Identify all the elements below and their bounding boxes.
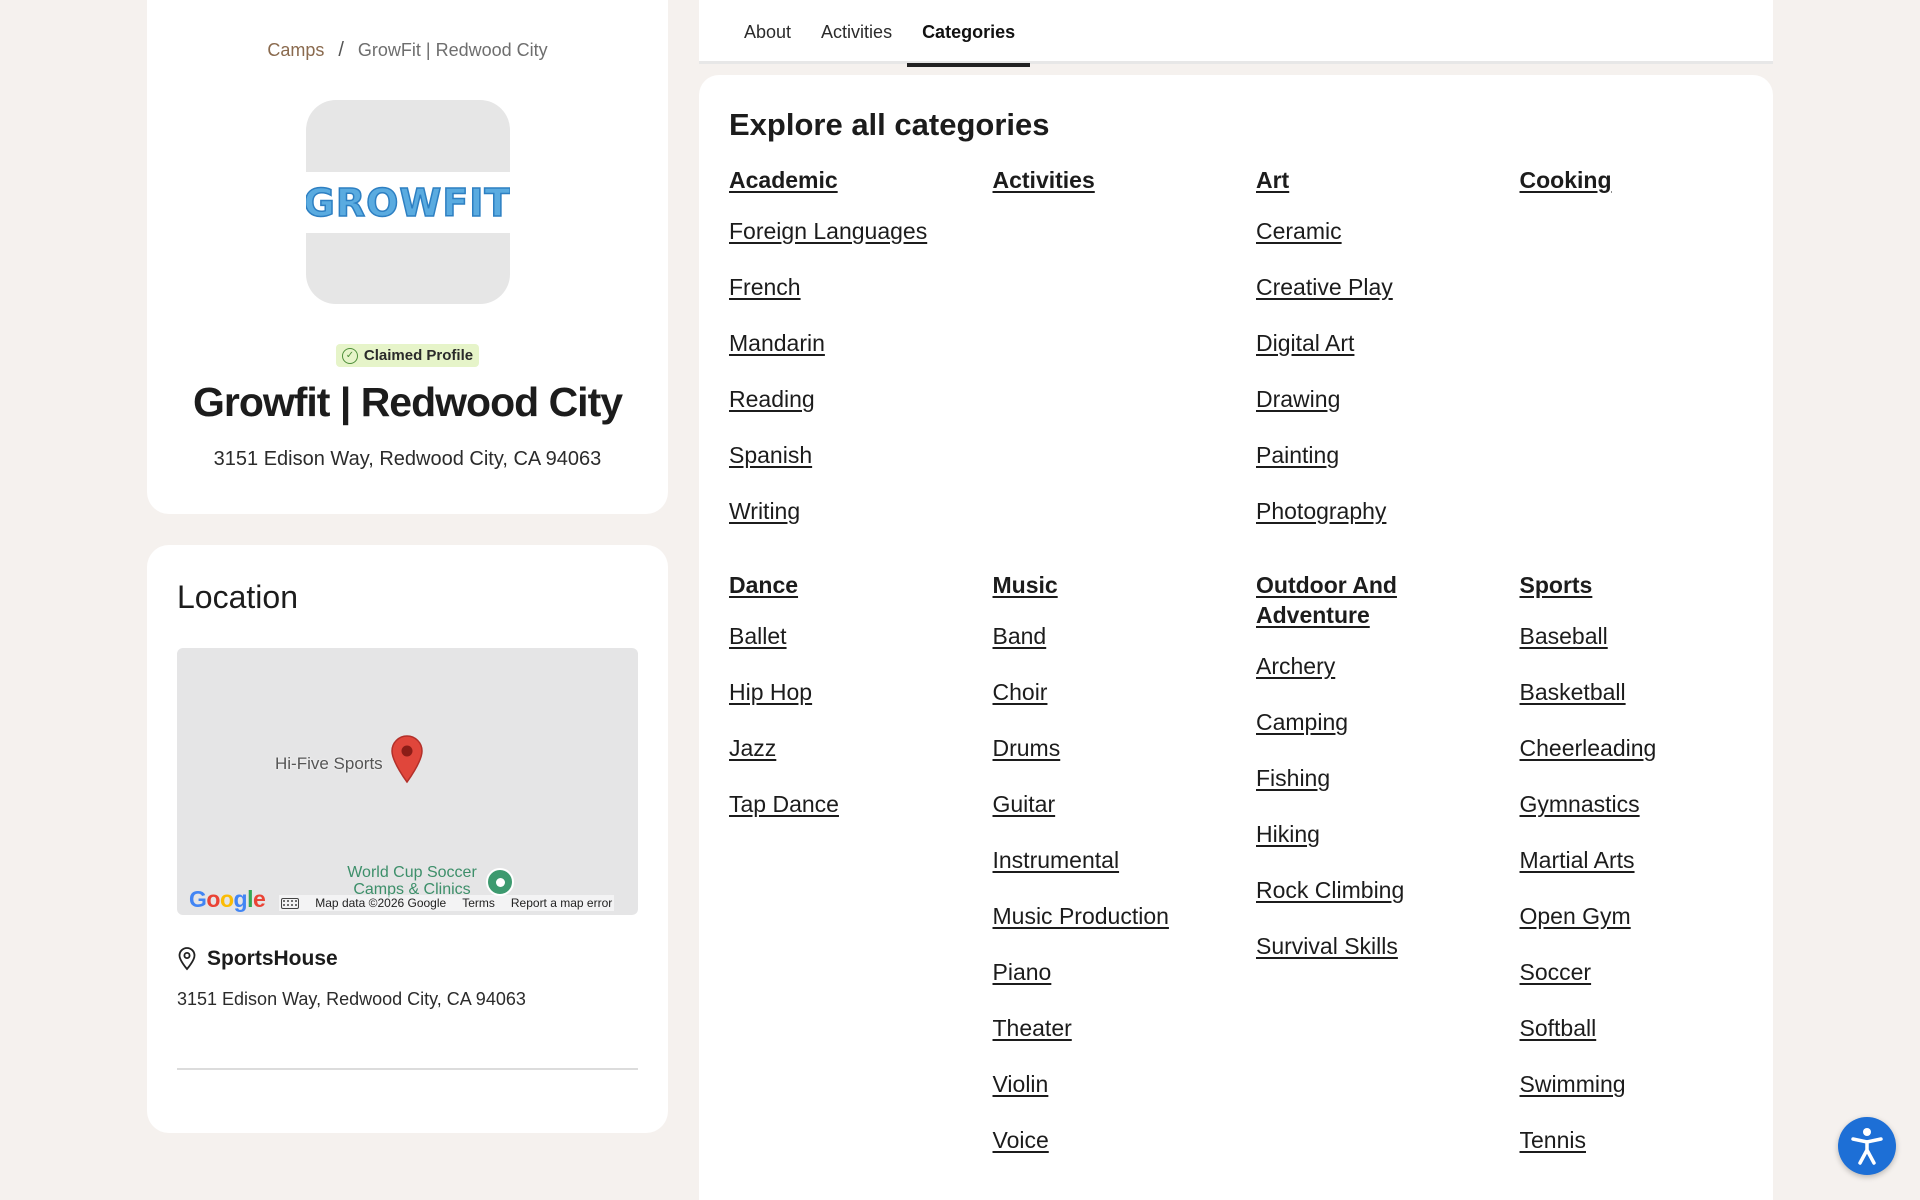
categories-title: Explore all categories <box>729 107 1050 142</box>
category-link-hip-hop[interactable]: Hip Hop <box>729 677 993 707</box>
claimed-profile-badge: ✓ Claimed Profile <box>335 344 480 367</box>
category-link-guitar[interactable]: Guitar <box>993 789 1257 819</box>
tab-about[interactable]: About <box>729 0 806 64</box>
category-link-band[interactable]: Band <box>993 621 1257 651</box>
categories-grid: Academic Foreign Languages French Mandarin R… <box>729 165 1743 1199</box>
category-group-art: Art Ceramic Creative Play Digital Art Drawin… <box>1256 165 1520 552</box>
category-heading-academic[interactable]: Academic <box>729 165 919 195</box>
breadcrumb-camps-link[interactable]: Camps <box>267 40 324 61</box>
category-link-choir[interactable]: Choir <box>993 677 1257 707</box>
category-link-theater[interactable]: Theater <box>993 1013 1257 1043</box>
category-link-survival-skills[interactable]: Survival Skills <box>1256 931 1520 961</box>
category-link-piano[interactable]: Piano <box>993 957 1257 987</box>
category-link-martial-arts[interactable]: Martial Arts <box>1520 845 1784 875</box>
map-place-label[interactable]: Hi-Five Sports <box>275 754 383 774</box>
category-link-open-gym[interactable]: Open Gym <box>1520 901 1784 931</box>
category-link-foreign-languages[interactable]: Foreign Languages <box>729 216 993 246</box>
google-logo[interactable]: Google <box>189 886 266 912</box>
category-link-digital-art[interactable]: Digital Art <box>1256 328 1520 358</box>
claimed-profile-label: Claimed Profile <box>363 347 474 364</box>
category-link-cheerleading[interactable]: Cheerleading <box>1520 733 1784 763</box>
tab-categories[interactable]: Categories <box>907 0 1031 67</box>
category-link-camping[interactable]: Camping <box>1256 707 1520 737</box>
venue-address: 3151 Edison Way, Redwood City, CA 94063 <box>177 989 526 1009</box>
category-link-jazz[interactable]: Jazz <box>729 733 993 763</box>
accessibility-icon <box>1851 1128 1883 1165</box>
category-link-swimming[interactable]: Swimming <box>1520 1069 1784 1099</box>
category-group-cooking: Cooking <box>1520 165 1784 552</box>
category-heading-art[interactable]: Art <box>1256 165 1446 195</box>
camp-address: 3151 Edison Way, Redwood City, CA 94063 <box>213 448 602 470</box>
divider <box>177 1068 638 1070</box>
profile-card: Camps / GrowFit | Redwood City GROWFIT ✓… <box>147 0 668 514</box>
category-link-reading[interactable]: Reading <box>729 384 993 414</box>
category-link-photography[interactable]: Photography <box>1256 496 1520 526</box>
venue-name: SportsHouse <box>207 947 338 970</box>
logo-band: GROWFIT <box>305 172 510 233</box>
map-data-attribution: Map data ©2026 Google <box>315 896 447 910</box>
category-group-academic: Academic Foreign Languages French Mandarin R… <box>729 165 993 552</box>
category-group-activities: Activities <box>993 165 1257 552</box>
keyboard-shortcuts-icon[interactable] <box>281 897 300 909</box>
category-group-sports: Sports Baseball Basketball Cheerleading Gymn… <box>1520 570 1784 1181</box>
category-link-mandarin[interactable]: Mandarin <box>729 328 993 358</box>
breadcrumb-separator: / <box>338 39 344 61</box>
category-link-fishing[interactable]: Fishing <box>1256 763 1520 793</box>
categories-card: Explore all categories Academic Foreign L… <box>699 75 1773 1200</box>
category-heading-music[interactable]: Music <box>993 570 1183 600</box>
category-link-archery[interactable]: Archery <box>1256 651 1520 681</box>
category-link-writing[interactable]: Writing <box>729 496 993 526</box>
map-attribution-bar: Map data ©2026 Google Terms Report a map… <box>279 895 615 911</box>
map[interactable]: Hi-Five Sports World Cup Soccer Camps & … <box>177 648 638 915</box>
category-link-creative-play[interactable]: Creative Play <box>1256 272 1520 302</box>
map-pin-icon[interactable] <box>389 734 425 784</box>
map-terms-link[interactable]: Terms <box>462 896 495 910</box>
category-link-ceramic[interactable]: Ceramic <box>1256 216 1520 246</box>
location-pin-icon <box>178 947 196 971</box>
camp-logo: GROWFIT <box>305 100 510 304</box>
location-title: Location <box>177 579 298 615</box>
map-poi-line1: World Cup Soccer <box>347 864 477 881</box>
category-heading-dance[interactable]: Dance <box>729 570 919 600</box>
category-link-drums[interactable]: Drums <box>993 733 1257 763</box>
tabs-bar: About Activities Categories <box>699 0 1773 67</box>
venue-row: SportsHouse <box>177 947 638 971</box>
category-heading-sports[interactable]: Sports <box>1520 570 1710 600</box>
category-heading-cooking[interactable]: Cooking <box>1520 165 1710 195</box>
breadcrumb-current: GrowFit | Redwood City <box>357 40 548 60</box>
category-link-softball[interactable]: Softball <box>1520 1013 1784 1043</box>
category-group-music: Music Band Choir Drums Guitar Instrumental Mus… <box>993 570 1257 1181</box>
category-link-violin[interactable]: Violin <box>993 1069 1257 1099</box>
category-heading-activities[interactable]: Activities <box>993 165 1183 195</box>
map-footer: Google Map data ©2026 Google Terms Repor… <box>177 885 638 915</box>
category-link-soccer[interactable]: Soccer <box>1520 957 1784 987</box>
check-circle-icon: ✓ <box>341 347 358 364</box>
category-link-tennis[interactable]: Tennis <box>1520 1125 1784 1155</box>
category-link-basketball[interactable]: Basketball <box>1520 677 1784 707</box>
category-link-drawing[interactable]: Drawing <box>1256 384 1520 414</box>
category-link-spanish[interactable]: Spanish <box>729 440 993 470</box>
map-report-error-link[interactable]: Report a map error <box>511 896 612 910</box>
category-link-voice[interactable]: Voice <box>993 1125 1257 1155</box>
category-link-music-production[interactable]: Music Production <box>993 901 1257 931</box>
category-link-french[interactable]: French <box>729 272 993 302</box>
category-link-gymnastics[interactable]: Gymnastics <box>1520 789 1784 819</box>
category-link-instrumental[interactable]: Instrumental <box>993 845 1257 875</box>
category-link-ballet[interactable]: Ballet <box>729 621 993 651</box>
category-group-outdoor-and-adventure: Outdoor And Adventure Archery Camping Fishi… <box>1256 570 1520 1181</box>
camp-name: Growfit | Redwood City <box>192 379 623 425</box>
category-link-baseball[interactable]: Baseball <box>1520 621 1784 651</box>
accessibility-button[interactable] <box>1838 1117 1896 1175</box>
category-group-dance: Dance Ballet Hip Hop Jazz Tap Dance <box>729 570 993 1181</box>
logo-wordmark: GROWFIT <box>305 180 510 226</box>
category-link-painting[interactable]: Painting <box>1256 440 1520 470</box>
breadcrumb: Camps / GrowFit | Redwood City <box>267 39 547 62</box>
category-link-hiking[interactable]: Hiking <box>1256 819 1520 849</box>
category-link-rock-climbing[interactable]: Rock Climbing <box>1256 875 1520 905</box>
category-link-tap-dance[interactable]: Tap Dance <box>729 789 993 819</box>
tab-activities[interactable]: Activities <box>806 0 907 64</box>
category-heading-outdoor-and-adventure[interactable]: Outdoor And Adventure <box>1256 570 1446 630</box>
location-card: Location Hi-Five Sports World Cup Soccer… <box>147 545 668 1133</box>
